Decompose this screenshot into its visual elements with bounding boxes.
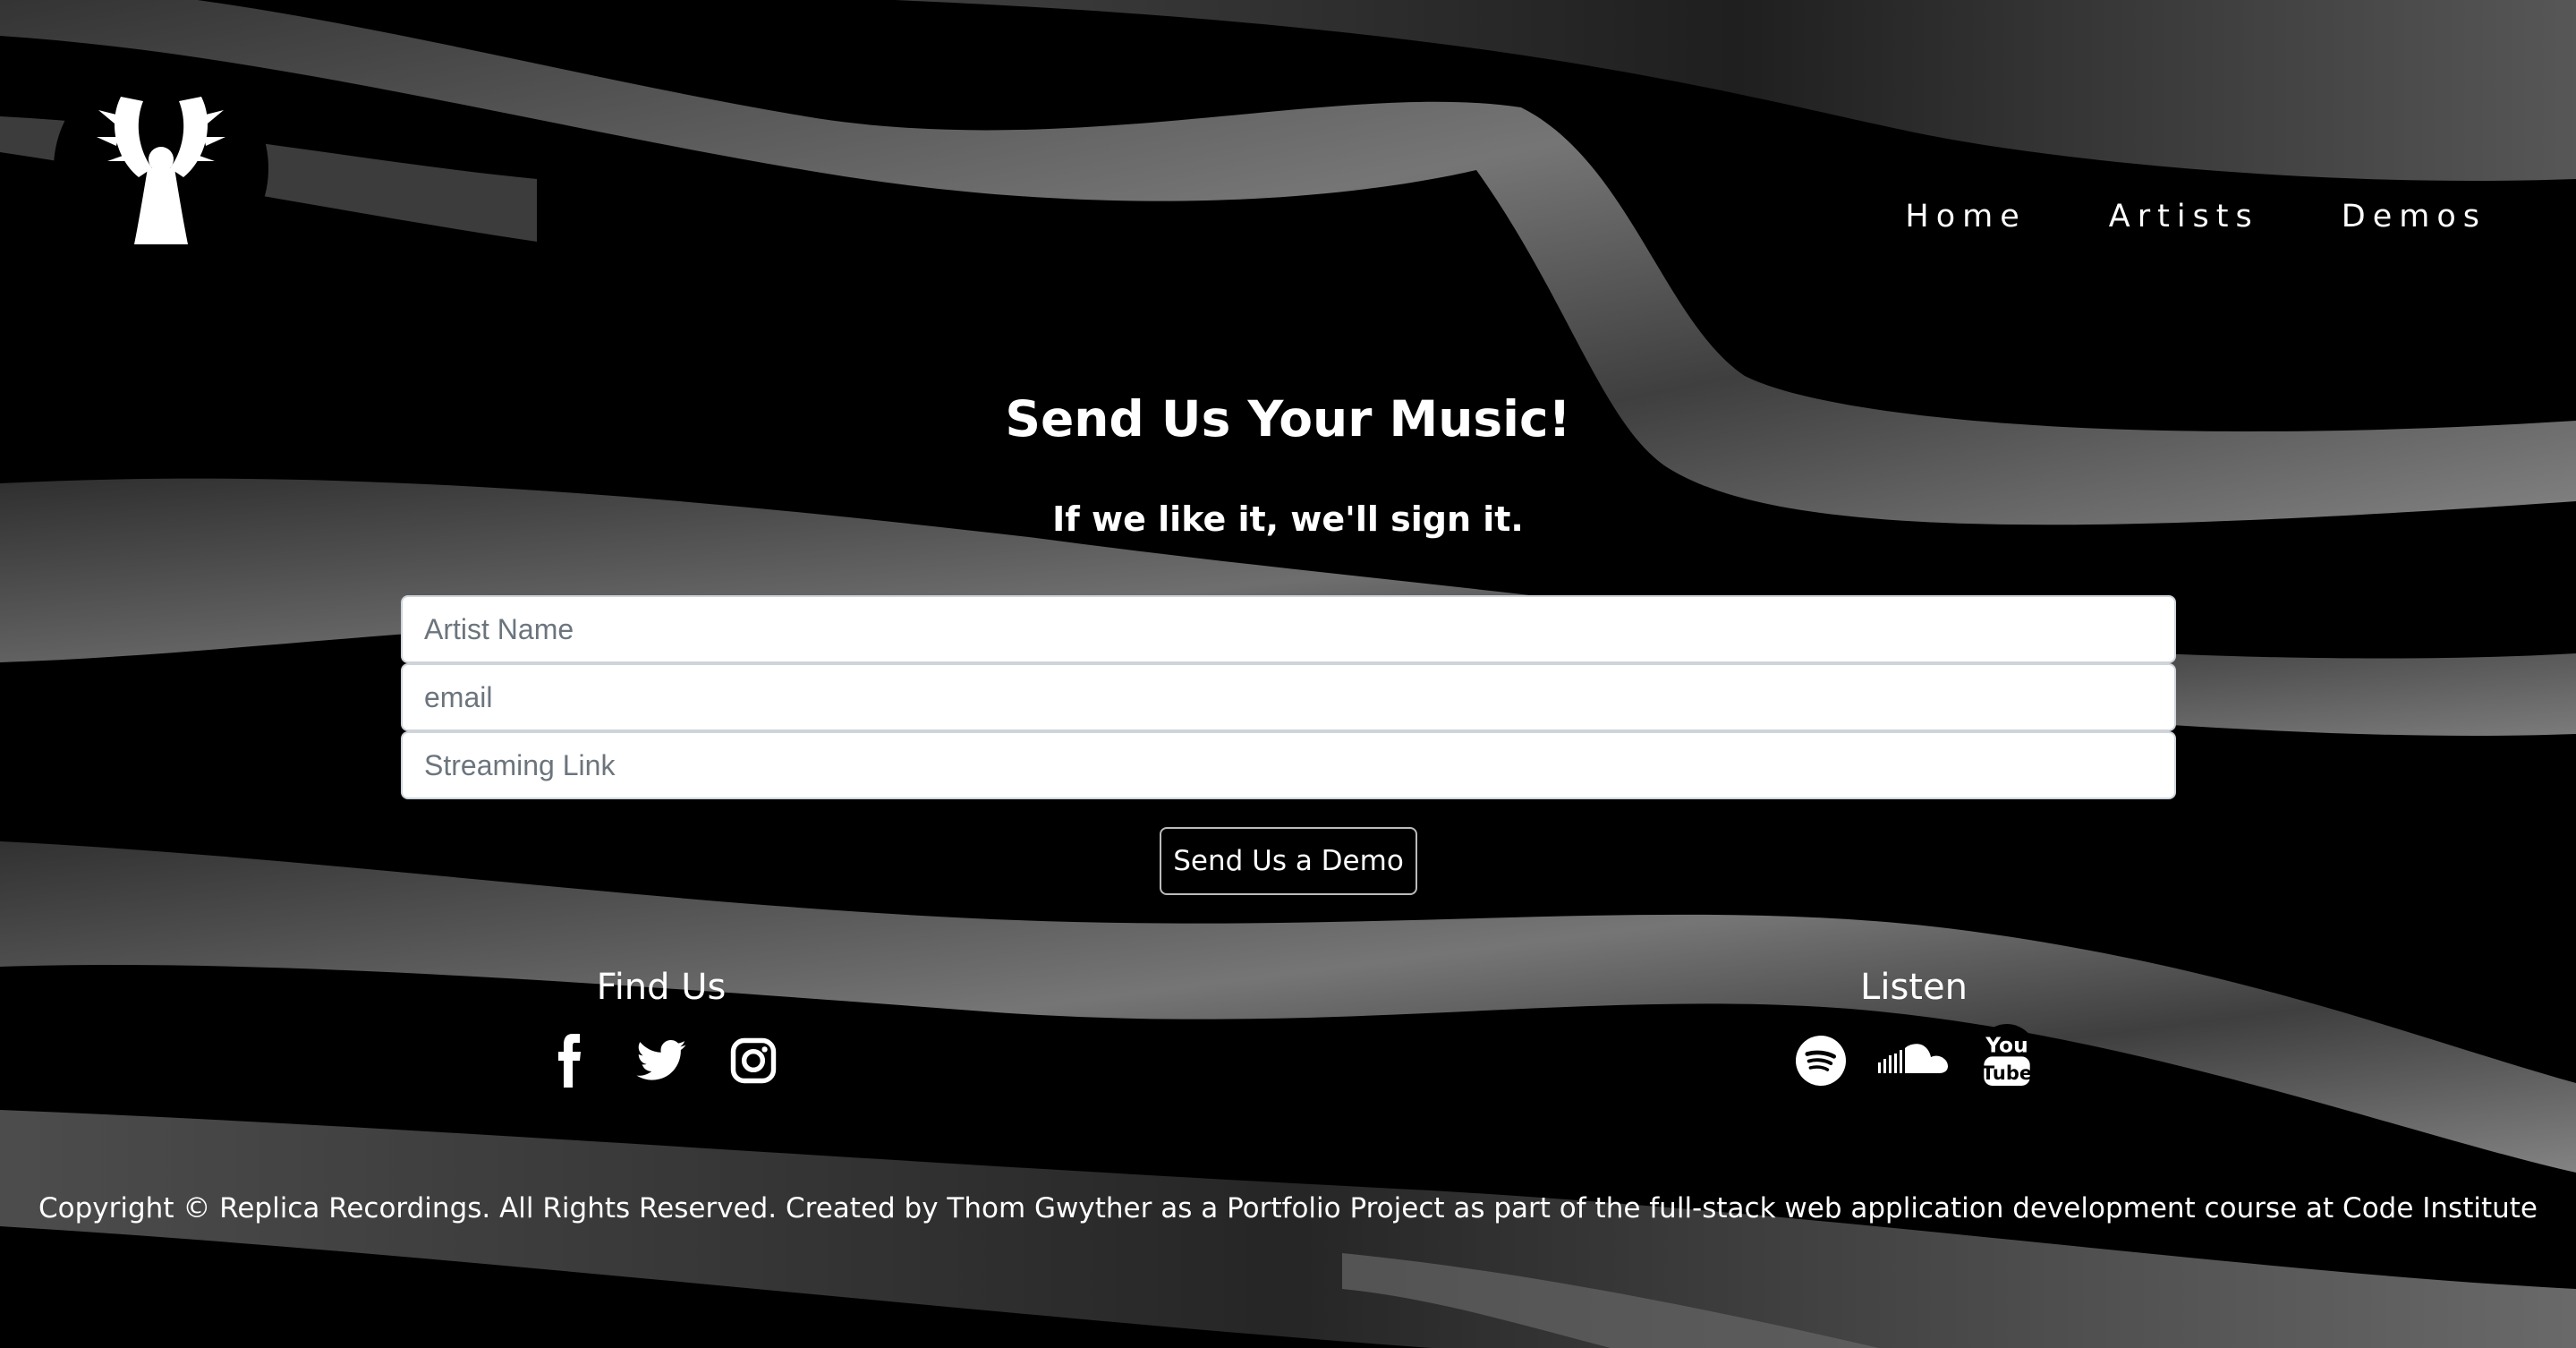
copyright-text: Copyright © Replica Recordings. All Righ… bbox=[38, 1192, 2538, 1224]
page-subtitle: If we like it, we'll sign it. bbox=[1052, 499, 1524, 539]
nav-home-link[interactable]: Home bbox=[1905, 199, 2026, 235]
page-title: Send Us Your Music! bbox=[1005, 390, 1571, 448]
logo[interactable] bbox=[54, 61, 268, 276]
nav-demos-link[interactable]: Demos bbox=[2342, 199, 2487, 235]
artist-name-input[interactable] bbox=[401, 595, 2176, 663]
find-us-title: Find Us bbox=[596, 967, 727, 1008]
streaming-link-input[interactable] bbox=[401, 731, 2176, 799]
nav-artists-link[interactable]: Artists bbox=[2109, 199, 2259, 235]
svg-text:You: You bbox=[1985, 1033, 2028, 1058]
demo-form bbox=[401, 595, 2176, 799]
eagle-logo-icon bbox=[97, 97, 225, 244]
svg-text:Tube: Tube bbox=[1982, 1062, 2032, 1084]
listen-section: Listen You Tube bbox=[1789, 967, 2039, 1097]
email-input[interactable] bbox=[401, 663, 2176, 731]
soundcloud-icon[interactable] bbox=[1878, 1024, 1950, 1097]
twitter-icon[interactable] bbox=[627, 1024, 695, 1097]
instagram-icon[interactable] bbox=[719, 1024, 787, 1097]
listen-title: Listen bbox=[1860, 967, 1968, 1008]
find-us-section: Find Us bbox=[536, 967, 787, 1097]
facebook-icon[interactable] bbox=[536, 1024, 603, 1097]
spotify-icon[interactable] bbox=[1789, 1024, 1853, 1097]
main-nav: Home Artists Demos bbox=[1905, 199, 2487, 235]
youtube-icon[interactable]: You Tube bbox=[1975, 1024, 2039, 1097]
send-demo-button[interactable]: Send Us a Demo bbox=[1160, 827, 1417, 895]
